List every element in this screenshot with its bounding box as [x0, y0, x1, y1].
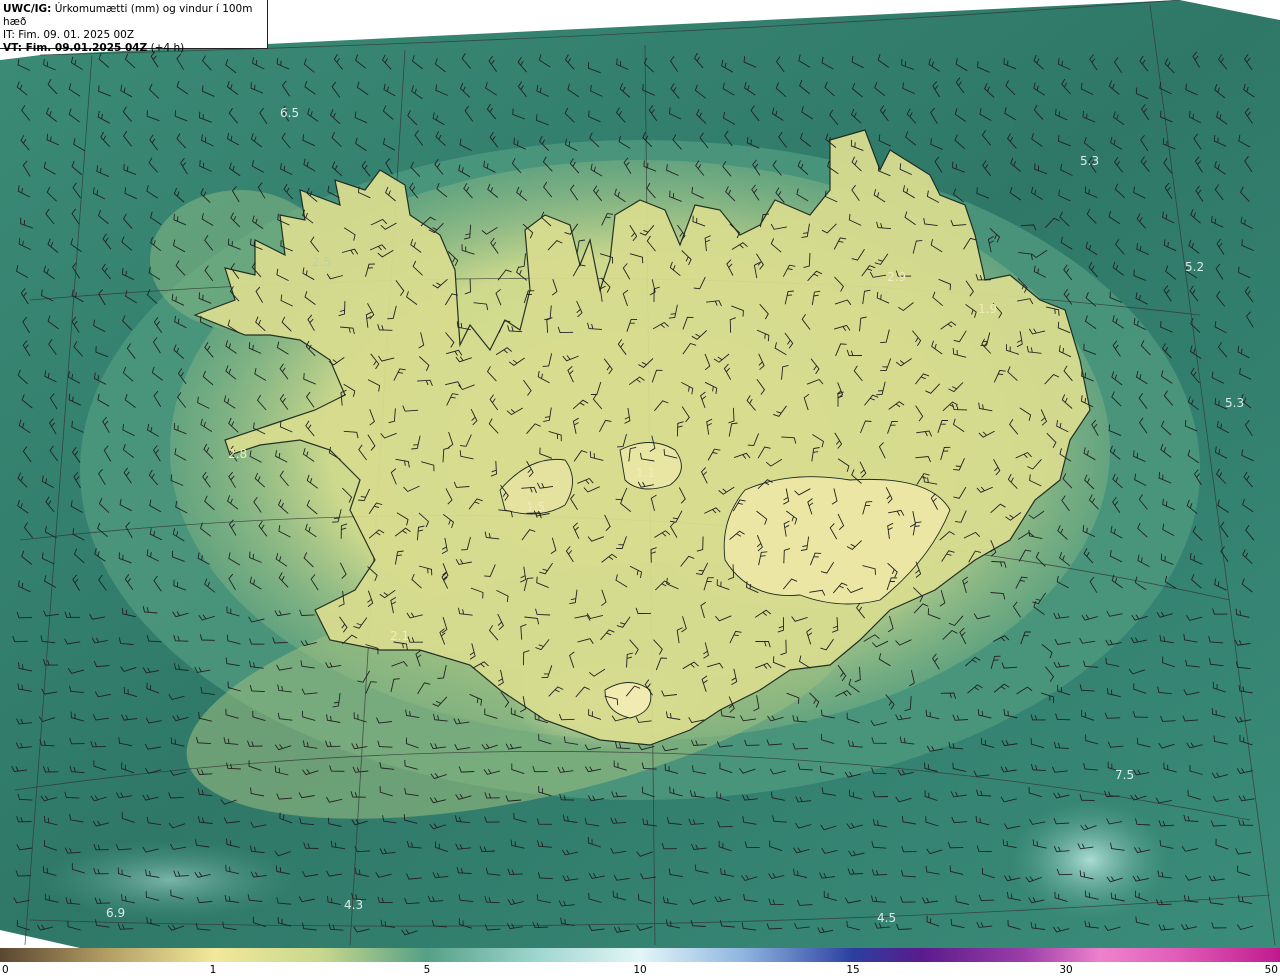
map-label: 6.5	[280, 106, 299, 120]
map-label: 7.5	[1115, 768, 1134, 782]
map-label: 1.9	[978, 302, 997, 316]
map-label: 4.3	[344, 898, 363, 912]
colorbar	[0, 948, 1280, 962]
colorbar-tick: 1	[209, 964, 217, 976]
map-info-box: UWC/IG: Úrkomumætti (mm) og vindur í 100…	[0, 0, 268, 54]
map-label: 5.2	[1185, 260, 1204, 274]
map-label: 6.9	[106, 906, 125, 920]
map-label: 5.3	[1080, 154, 1099, 168]
colorbar-tick: 30	[1059, 964, 1073, 976]
map-label: 2.8	[228, 447, 247, 461]
map-label: 5.3	[1225, 396, 1244, 410]
colorbar-tick: 0	[2, 964, 9, 976]
colorbar-tick: 10	[633, 964, 647, 976]
colorbar-tick: 15	[846, 964, 860, 976]
map-label: 2.5	[312, 255, 331, 269]
map-label: 2.1	[390, 629, 409, 643]
colorbar-ticks: 0 1 5 10 15 30 50	[0, 962, 1280, 978]
map-label: 2.9	[887, 270, 906, 284]
colorbar-tick: 50	[1264, 964, 1278, 976]
map-label: 1.5	[526, 500, 545, 514]
map-label: 1.1	[636, 466, 655, 480]
initial-time: IT: Fim. 09. 01. 2025 00Z	[3, 29, 135, 41]
product-name: UWC/IG:	[3, 3, 52, 15]
map-label: 4.5	[877, 911, 896, 925]
valid-offset: (+4 h)	[150, 42, 185, 54]
colorbar-tick: 5	[423, 964, 431, 976]
valid-time: VT: Fim. 09.01.2025 04Z	[3, 42, 148, 54]
precipitable-water-map: 6.5 5.3 5.2 5.3 7.5 6.9 4.3 4.5 2.5 2.9 …	[0, 0, 1280, 948]
